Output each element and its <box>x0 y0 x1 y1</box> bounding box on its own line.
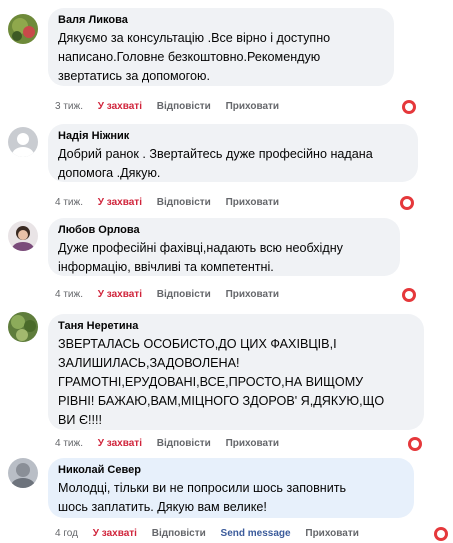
hide-button[interactable]: Приховати <box>226 101 280 113</box>
comment-text-line: Дуже професійні фахівці,надають всю необ… <box>58 241 343 255</box>
comment-timestamp[interactable]: 4 тиж. <box>55 289 83 301</box>
comment-text-line: Молодці, тільки ви не попросили шось зап… <box>58 481 347 495</box>
like-button[interactable]: У захваті <box>98 101 142 113</box>
comment-timestamp[interactable]: 4 тиж. <box>55 438 83 450</box>
comment-text-line: ЗАЛИШИЛАСЬ,ЗАДОВОЛЕНА! <box>58 356 240 370</box>
comment-bubble: Любов Орлова Дуже професійні фахівці,над… <box>48 218 400 276</box>
avatar[interactable] <box>8 312 38 342</box>
comment-text-line: Дякуємо за консультацію .Все вірно і дос… <box>58 31 331 45</box>
comment-bubble: Валя Ликова Дякуємо за консультацію .Все… <box>48 8 394 86</box>
comment-text-line: ВИ Є!!!! <box>58 413 102 427</box>
hide-button[interactable]: Приховати <box>305 528 359 540</box>
comment-timestamp[interactable]: 4 год <box>55 528 78 540</box>
comment-text-line: ГРАМОТНІ,ЕРУДОВАНІ,ВСЕ,ПРОСТО,НА ВИЩОМУ <box>58 375 364 389</box>
comment-bubble: Николай Север Молодці, тільки ви не попр… <box>48 458 414 518</box>
comment-author[interactable]: Николай Север <box>58 463 404 477</box>
avatar[interactable] <box>8 458 38 488</box>
comment-author[interactable]: Валя Ликова <box>58 13 384 27</box>
comment-actions: 4 тиж. У захваті Відповісти Приховати <box>55 197 291 209</box>
comment-text-line: інформацію, ввічливі та компетентні. <box>58 260 274 274</box>
like-button[interactable]: У захваті <box>98 289 142 301</box>
comment-timestamp[interactable]: 3 тиж. <box>55 101 83 113</box>
comment-author[interactable]: Надія Ніжник <box>58 129 408 143</box>
comment-text-line: РІВНІ! БАЖАЮ,ВАМ,МІЦНОГО ЗДОРОВ' Я,ДЯКУЮ… <box>58 394 385 408</box>
like-button[interactable]: У захваті <box>93 528 137 540</box>
avatar[interactable] <box>8 221 38 251</box>
comment-bubble: Таня Неретина ЗВЕРТАЛАСЬ ОСОБИСТО,ДО ЦИХ… <box>48 314 424 430</box>
comment-actions: 4 тиж. У захваті Відповісти Приховати <box>55 438 291 450</box>
like-button[interactable]: У захваті <box>98 438 142 450</box>
comment-text-line: ЗВЕРТАЛАСЬ ОСОБИСТО,ДО ЦИХ ФАХІВЦІВ,І <box>58 337 337 351</box>
comment-bubble: Надія Ніжник Добрий ранок . Звертайтесь … <box>48 124 418 182</box>
comment-text-line: звертатись за допомогою. <box>58 69 210 83</box>
comment-actions: 4 год У захваті Відповісти Send message … <box>55 528 371 540</box>
reply-button[interactable]: Відповісти <box>157 197 211 209</box>
avatar[interactable] <box>8 14 38 44</box>
reply-button[interactable]: Відповісти <box>152 528 206 540</box>
comment-actions: 3 тиж. У захваті Відповісти Приховати <box>55 101 291 113</box>
comment-author[interactable]: Любов Орлова <box>58 223 390 237</box>
hide-button[interactable]: Приховати <box>226 197 280 209</box>
hide-button[interactable]: Приховати <box>226 438 280 450</box>
hide-button[interactable]: Приховати <box>226 289 280 301</box>
heart-reaction-icon[interactable] <box>408 437 422 451</box>
comment-timestamp[interactable]: 4 тиж. <box>55 197 83 209</box>
reply-button[interactable]: Відповісти <box>157 289 211 301</box>
heart-reaction-icon[interactable] <box>400 196 414 210</box>
comment-actions: 4 тиж. У захваті Відповісти Приховати <box>55 289 291 301</box>
avatar[interactable] <box>8 127 38 157</box>
reply-button[interactable]: Відповісти <box>157 101 211 113</box>
heart-reaction-icon[interactable] <box>402 100 416 114</box>
comment-text-line: написано.Головне безкоштовно.Рекомендую <box>58 50 321 64</box>
heart-reaction-icon[interactable] <box>402 288 416 302</box>
send-message-button[interactable]: Send message <box>221 528 291 540</box>
like-button[interactable]: У захваті <box>98 197 142 209</box>
reply-button[interactable]: Відповісти <box>157 438 211 450</box>
comment-author[interactable]: Таня Неретина <box>58 319 414 333</box>
comment-text-line: шось заплатить. Дякую вам велике! <box>58 500 267 514</box>
comment-text-line: Добрий ранок . Звертайтесь дуже професій… <box>58 147 373 161</box>
heart-reaction-icon[interactable] <box>434 527 448 541</box>
comment-text-line: допомога .Дякую. <box>58 166 161 180</box>
